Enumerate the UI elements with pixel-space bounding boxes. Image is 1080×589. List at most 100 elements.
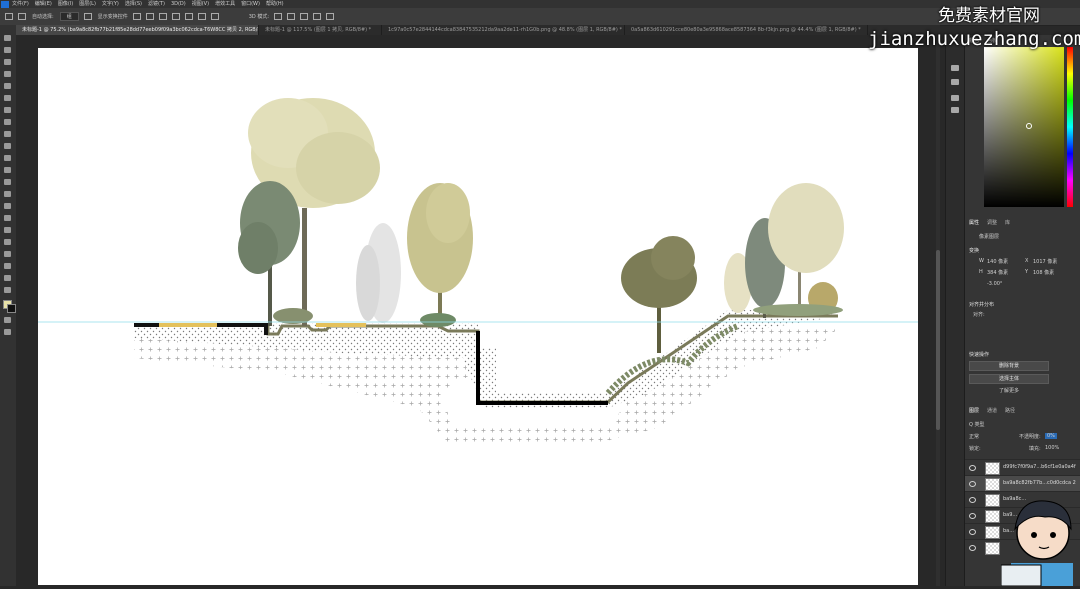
- pen-tool-icon[interactable]: [4, 215, 11, 221]
- paragraph-panel-icon[interactable]: [951, 107, 959, 113]
- y-field[interactable]: 108 像素: [1033, 269, 1054, 276]
- hand-tool-icon[interactable]: [4, 263, 11, 269]
- visibility-eye-icon[interactable]: [969, 481, 976, 487]
- blur-tool-icon[interactable]: [4, 191, 11, 197]
- tab-layers[interactable]: 图层: [969, 407, 979, 414]
- width-field[interactable]: 140 像素: [987, 258, 1008, 265]
- eyedropper-tool-icon[interactable]: [4, 107, 11, 113]
- menu-type[interactable]: 文字(Y): [102, 0, 119, 8]
- align-middle-icon[interactable]: [184, 13, 193, 20]
- opacity-field[interactable]: 0%: [1045, 433, 1057, 439]
- background-color-swatch[interactable]: [7, 304, 16, 313]
- canvas-area[interactable]: [0, 35, 940, 586]
- 3d-orbit-icon[interactable]: [274, 13, 283, 20]
- crop-tool-icon[interactable]: [4, 83, 11, 89]
- menu-plugins[interactable]: 增效工具: [215, 0, 235, 8]
- tool-preset-icon[interactable]: [18, 13, 26, 20]
- dodge-tool-icon[interactable]: [4, 203, 11, 209]
- layer-row[interactable]: d99fc7f0f9a7...b6cf1e0a0a4f: [965, 459, 1080, 475]
- tab-channels[interactable]: 通道: [987, 407, 997, 414]
- document-tab[interactable]: 0a5a863d610291cce80e80a3e95868ace8587364…: [625, 25, 868, 35]
- eraser-tool-icon[interactable]: [4, 167, 11, 173]
- autoselect-target-select[interactable]: 组: [59, 12, 79, 21]
- 3d-roll-icon[interactable]: [287, 13, 296, 20]
- align-section-header[interactable]: 对齐并分布: [969, 301, 994, 308]
- document-tab[interactable]: 未标题-1 @ 117.5% (图层 1 拷贝, RGB/8#) *: [259, 25, 382, 35]
- magic-wand-tool-icon[interactable]: [4, 71, 11, 77]
- type-tool-icon[interactable]: [4, 227, 11, 233]
- checkbox-icon[interactable]: [83, 13, 92, 20]
- tab-adjustments[interactable]: 调整: [987, 219, 997, 226]
- move-tool-icon[interactable]: [4, 35, 11, 41]
- photoshop-logo-icon[interactable]: [1, 0, 9, 8]
- align-top-icon[interactable]: [171, 13, 180, 20]
- visibility-eye-icon[interactable]: [969, 497, 976, 503]
- show-transform-checkbox[interactable]: 显示变换控件: [98, 13, 128, 20]
- angle-field[interactable]: -3.00°: [987, 281, 1002, 287]
- actions-panel-icon[interactable]: [951, 79, 959, 85]
- zoom-tool-icon[interactable]: [4, 275, 11, 281]
- quick-mask-icon[interactable]: [4, 317, 11, 323]
- path-selection-tool-icon[interactable]: [4, 239, 11, 245]
- 3d-scale-icon[interactable]: [326, 13, 335, 20]
- tab-properties[interactable]: 属性: [969, 219, 979, 226]
- transform-section-header[interactable]: 变换: [969, 247, 979, 254]
- tab-paths[interactable]: 路径: [1005, 407, 1015, 414]
- marquee-tool-icon[interactable]: [4, 47, 11, 53]
- menu-file[interactable]: 文件(F): [12, 0, 29, 8]
- 3d-slide-icon[interactable]: [313, 13, 322, 20]
- more-options-icon[interactable]: [210, 13, 219, 20]
- healing-brush-tool-icon[interactable]: [4, 119, 11, 125]
- more-tools-icon[interactable]: [4, 287, 11, 293]
- frame-tool-icon[interactable]: [4, 95, 11, 101]
- remove-background-button[interactable]: 删除背景: [969, 361, 1049, 371]
- visibility-eye-icon[interactable]: [969, 545, 976, 551]
- menu-view[interactable]: 视图(V): [192, 0, 209, 8]
- brush-tool-icon[interactable]: [4, 131, 11, 137]
- gradient-tool-icon[interactable]: [4, 179, 11, 185]
- clone-stamp-tool-icon[interactable]: [4, 143, 11, 149]
- menu-help[interactable]: 帮助(H): [266, 0, 284, 8]
- x-field[interactable]: 1017 像素: [1033, 258, 1057, 265]
- lasso-tool-icon[interactable]: [4, 59, 11, 65]
- layer-row-selected[interactable]: ba9a8c82fb77b...c0d0cdca 2: [965, 475, 1080, 491]
- select-subject-button[interactable]: 选择主体: [969, 374, 1049, 384]
- align-bottom-icon[interactable]: [197, 13, 206, 20]
- character-panel-icon[interactable]: [951, 95, 959, 101]
- history-brush-tool-icon[interactable]: [4, 155, 11, 161]
- fill-field[interactable]: 100%: [1045, 445, 1059, 451]
- learn-more-link[interactable]: 了解更多: [999, 387, 1019, 394]
- history-panel-icon[interactable]: [951, 65, 959, 71]
- align-center-icon[interactable]: [145, 13, 154, 20]
- hue-slider[interactable]: [1067, 47, 1073, 207]
- menu-3d[interactable]: 3D(D): [171, 0, 186, 8]
- menu-filter[interactable]: 滤镜(T): [148, 0, 165, 8]
- menu-window[interactable]: 窗口(W): [241, 0, 260, 8]
- 3d-pan-icon[interactable]: [300, 13, 309, 20]
- color-picker-ring[interactable]: [1026, 123, 1032, 129]
- move-tool-icon[interactable]: [5, 13, 13, 20]
- document-canvas[interactable]: [0, 48, 918, 585]
- visibility-eye-icon[interactable]: [969, 465, 976, 471]
- menu-layer[interactable]: 图层(L): [79, 0, 96, 8]
- align-left-icon[interactable]: [132, 13, 141, 20]
- menu-edit[interactable]: 编辑(E): [35, 0, 52, 8]
- document-tab-active[interactable]: 未标题-1 @ 75.2% (ba9a8c82fb77b21f85e28dd77…: [16, 25, 259, 35]
- vertical-scrollbar[interactable]: [936, 35, 940, 586]
- scroll-thumb[interactable]: [936, 250, 940, 430]
- color-field[interactable]: [984, 47, 1064, 207]
- visibility-eye-icon[interactable]: [969, 529, 976, 535]
- visibility-eye-icon[interactable]: [969, 513, 976, 519]
- document-tab[interactable]: 1c97a0c57e2844144cdca83847535212da9aa2de…: [382, 25, 625, 35]
- quick-actions-header[interactable]: 快速操作: [969, 351, 989, 358]
- layer-filter-select[interactable]: Q 类型: [969, 421, 985, 428]
- height-field[interactable]: 384 像素: [987, 269, 1008, 276]
- tab-libraries[interactable]: 库: [1005, 219, 1010, 226]
- blend-mode-select[interactable]: 正常: [969, 433, 979, 440]
- menu-image[interactable]: 图像(I): [58, 0, 73, 8]
- screen-mode-icon[interactable]: [4, 329, 11, 335]
- align-right-icon[interactable]: [158, 13, 167, 20]
- autoselect-label[interactable]: 自动选择:: [32, 13, 54, 20]
- menu-select[interactable]: 选择(S): [125, 0, 142, 8]
- rectangle-tool-icon[interactable]: [4, 251, 11, 257]
